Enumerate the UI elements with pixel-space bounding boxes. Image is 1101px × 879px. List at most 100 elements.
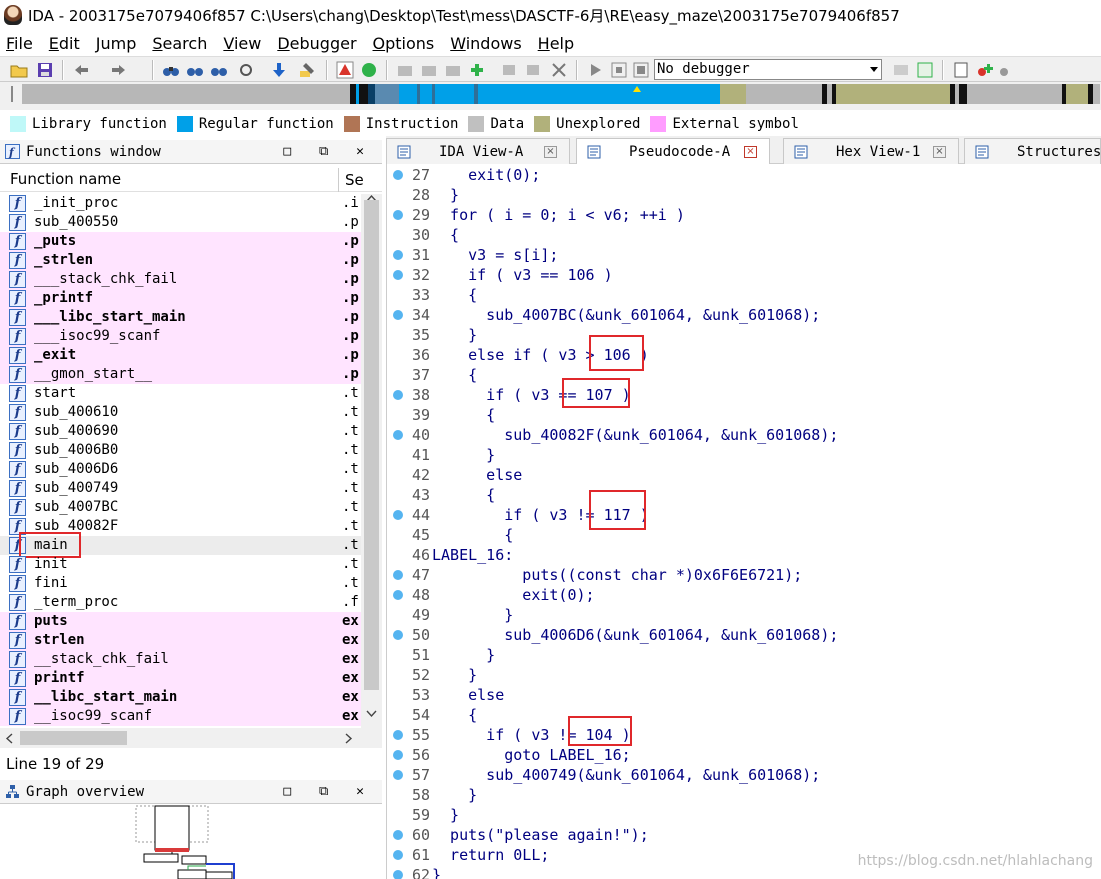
function-row[interactable]: f _printf .p — [0, 289, 361, 308]
function-row[interactable]: f __libc_start_main ex — [0, 688, 361, 707]
make-code-icon[interactable] — [396, 61, 414, 79]
breakpoint-dot-icon[interactable] — [393, 390, 403, 400]
back-arrow-icon[interactable] — [72, 61, 90, 79]
list-view-icon[interactable] — [952, 61, 970, 79]
menu-help[interactable]: Help — [538, 34, 574, 53]
function-row[interactable]: f puts ex — [0, 612, 361, 631]
function-row[interactable]: f sub_400749 .t — [0, 479, 361, 498]
panel-window-controls[interactable]: □ ⧉ ✕ — [283, 140, 374, 164]
menu-edit[interactable]: Edit — [49, 34, 80, 53]
close-tab-icon[interactable]: × — [744, 146, 757, 158]
struct-icon[interactable] — [500, 61, 518, 79]
enum-icon[interactable] — [524, 61, 542, 79]
code-line[interactable]: 37 { — [386, 365, 1101, 385]
menu-view[interactable]: View — [223, 34, 261, 53]
scroll-down-icon[interactable] — [366, 710, 377, 718]
function-row[interactable]: f _puts .p — [0, 232, 361, 251]
green-circle-icon[interactable] — [360, 61, 378, 79]
code-line[interactable]: 27 exit(0); — [386, 165, 1101, 185]
functions-horizontal-scrollbar[interactable] — [0, 728, 382, 748]
menu-options[interactable]: Options — [373, 34, 435, 53]
breakpoint-dot-icon[interactable] — [393, 510, 403, 520]
breakpoint-list-icon[interactable] — [998, 61, 1016, 79]
graph-overview-canvas[interactable] — [0, 804, 382, 879]
add-breakpoint-icon[interactable] — [976, 61, 994, 79]
function-row[interactable]: f main .t — [0, 532, 361, 558]
breakpoint-dot-icon[interactable] — [393, 430, 403, 440]
code-line[interactable]: 28 } — [386, 185, 1101, 205]
debugger-select[interactable]: No debugger — [654, 59, 882, 80]
stop-icon[interactable] — [632, 61, 650, 79]
function-row[interactable]: f strlen ex — [0, 631, 361, 650]
menu-windows[interactable]: Windows — [450, 34, 521, 53]
tab-pseudocode-a[interactable]: Pseudocode-A × — [576, 138, 770, 165]
breakpoint-dot-icon[interactable] — [393, 830, 403, 840]
navigation-bar[interactable] — [22, 84, 1100, 104]
code-line[interactable]: 31 v3 = s[i]; — [386, 245, 1101, 265]
code-line[interactable]: 45 { — [386, 525, 1101, 545]
code-line[interactable]: 42 else — [386, 465, 1101, 485]
make-array-icon[interactable] — [444, 61, 462, 79]
breakpoint-dot-icon[interactable] — [393, 590, 403, 600]
debugger-attach-icon[interactable] — [916, 61, 934, 79]
code-line[interactable]: 54 { — [386, 705, 1101, 725]
function-row[interactable]: f __isoc99_scanf ex — [0, 707, 361, 726]
code-line[interactable]: 48 exit(0); — [386, 585, 1101, 605]
menu-file[interactable]: File — [6, 34, 33, 53]
function-row[interactable]: f __gmon_start__ .p — [0, 365, 361, 384]
function-row[interactable]: f __stack_chk_fail ex — [0, 650, 361, 669]
function-row[interactable]: f init .t — [0, 555, 361, 574]
function-row[interactable]: f _strlen .p — [0, 251, 361, 270]
breakpoint-dot-icon[interactable] — [393, 630, 403, 640]
breakpoint-dot-icon[interactable] — [393, 770, 403, 780]
code-line[interactable]: 55 if ( v3 != 104 ) — [386, 725, 1101, 745]
function-row[interactable]: f start .t — [0, 384, 361, 403]
code-line[interactable]: 47 puts((const char *)0x6F6E6721); — [386, 565, 1101, 585]
code-line[interactable]: 53 else — [386, 685, 1101, 705]
breakpoint-dot-icon[interactable] — [393, 570, 403, 580]
add-plus-icon[interactable] — [468, 61, 486, 79]
function-row[interactable]: f _init_proc .i — [0, 194, 361, 213]
scroll-left-icon[interactable] — [5, 733, 13, 744]
save-icon[interactable] — [36, 61, 54, 79]
play-start-icon[interactable] — [586, 61, 604, 79]
code-line[interactable]: 50 sub_4006D6(&unk_601064, &unk_601068); — [386, 625, 1101, 645]
breakpoint-dot-icon[interactable] — [393, 750, 403, 760]
tab-hex-view-1[interactable]: Hex View-1 × — [783, 138, 959, 164]
breakpoint-dot-icon[interactable] — [393, 170, 403, 180]
tab-structures[interactable]: Structures — [964, 138, 1101, 164]
function-row[interactable]: f fini .t — [0, 574, 361, 593]
code-line[interactable]: 29 for ( i = 0; i < v6; ++i ) — [386, 205, 1101, 225]
code-line[interactable]: 43 { — [386, 485, 1101, 505]
warning-triangle-icon[interactable] — [336, 61, 354, 79]
make-data-icon[interactable] — [420, 61, 438, 79]
function-row[interactable]: f sub_4007BC .t — [0, 498, 361, 517]
undefine-x-icon[interactable] — [550, 61, 568, 79]
function-row[interactable]: f sub_4006D6 .t — [0, 460, 361, 479]
tab-ida-view-a[interactable]: IDA View-A × — [386, 138, 570, 164]
forward-arrow-icon[interactable] — [110, 61, 128, 79]
function-row[interactable]: f printf ex — [0, 669, 361, 688]
function-row[interactable]: f sub_400690 .t — [0, 422, 361, 441]
code-line[interactable]: 56 goto LABEL_16; — [386, 745, 1101, 765]
scroll-right-icon[interactable] — [345, 733, 353, 744]
code-line[interactable]: 57 sub_400749(&unk_601064, &unk_601068); — [386, 765, 1101, 785]
pen-tool-icon[interactable] — [298, 61, 316, 79]
code-line[interactable]: 60 puts("please again!"); — [386, 825, 1101, 845]
code-line[interactable]: 32 if ( v3 == 106 ) — [386, 265, 1101, 285]
breakpoint-dot-icon[interactable] — [393, 210, 403, 220]
close-tab-icon[interactable]: × — [933, 146, 946, 158]
breakpoint-dot-icon[interactable] — [393, 870, 403, 879]
code-line[interactable]: 38 if ( v3 == 107 ) — [386, 385, 1101, 405]
code-line[interactable]: 44 if ( v3 != 117 ) — [386, 505, 1101, 525]
col-segment[interactable]: Se — [338, 168, 364, 192]
function-row[interactable]: f sub_4006B0 .t — [0, 441, 361, 460]
function-row[interactable]: f ___isoc99_scanf .p — [0, 327, 361, 346]
breakpoint-dot-icon[interactable] — [393, 310, 403, 320]
code-line[interactable]: 52 } — [386, 665, 1101, 685]
hscroll-thumb[interactable] — [20, 731, 127, 745]
open-folder-icon[interactable] — [10, 61, 28, 79]
code-line[interactable]: 33 { — [386, 285, 1101, 305]
code-line[interactable]: 36 else if ( v3 > 106 ) — [386, 345, 1101, 365]
function-row[interactable]: f ___stack_chk_fail .p — [0, 270, 361, 289]
